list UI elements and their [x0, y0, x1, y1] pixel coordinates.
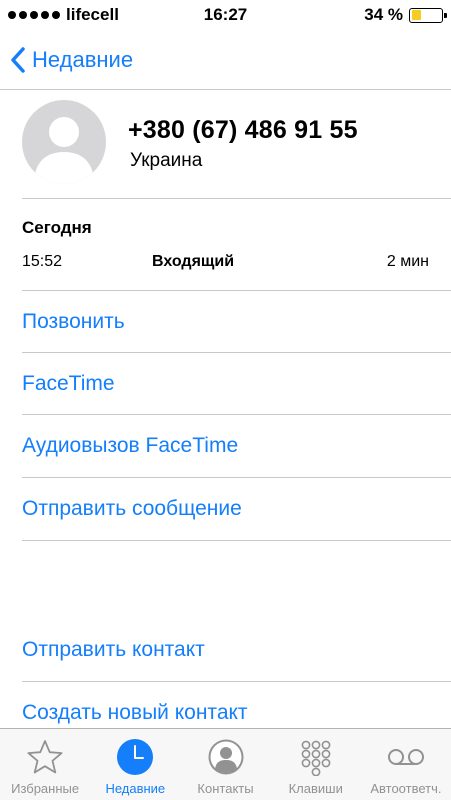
tab-recents[interactable]: Недавние: [90, 729, 180, 800]
tab-voicemail[interactable]: Автоответч.: [361, 729, 451, 800]
carrier-info: lifecell: [8, 5, 119, 25]
clock-icon: [115, 737, 155, 777]
call-log-duration: 2 мин: [386, 253, 429, 270]
call-log-date: Сегодня: [22, 218, 92, 237]
tab-favorites[interactable]: Избранные: [0, 729, 90, 800]
battery-level: [411, 10, 422, 20]
tab-bar: Избранные Недавние Контакты Клавиши Авто…: [0, 728, 451, 800]
signal-strength-icon: [8, 11, 60, 19]
keypad-icon: [296, 737, 336, 777]
facetime-audio-button[interactable]: Аудиовызов FaceTime: [22, 415, 451, 477]
contact-phone-number: +380 (67) 486 91 55: [128, 116, 358, 144]
contact-header: +380 (67) 486 91 55 Украина: [0, 90, 451, 198]
call-log-type: Входящий: [152, 253, 235, 270]
battery-info: 34 %: [364, 5, 447, 25]
call-log-time: 15:52: [22, 253, 63, 270]
voicemail-icon: [386, 737, 426, 777]
tab-label: Клавиши: [288, 781, 343, 796]
divider: [22, 540, 451, 541]
status-bar: lifecell 16:27 34 %: [0, 0, 451, 30]
contact-country: Украина: [130, 150, 203, 171]
call-button[interactable]: Позвонить: [22, 291, 451, 353]
share-contact-button[interactable]: Отправить контакт: [22, 619, 451, 681]
star-icon: [25, 737, 65, 777]
call-log: Сегодня 15:52 Входящий 2 мин: [0, 199, 451, 290]
tab-contacts[interactable]: Контакты: [180, 729, 270, 800]
carrier-name: lifecell: [66, 5, 119, 24]
tab-label: Автоответч.: [370, 781, 442, 796]
avatar: [22, 100, 106, 184]
chevron-left-icon: [11, 46, 25, 73]
tab-label: Недавние: [105, 781, 166, 796]
facetime-button[interactable]: FaceTime: [22, 353, 451, 415]
battery-icon: [409, 7, 447, 23]
tab-keypad[interactable]: Клавиши: [271, 729, 361, 800]
back-button[interactable]: Недавние: [10, 46, 133, 74]
person-silhouette-icon: [34, 117, 94, 184]
tab-label: Контакты: [197, 781, 254, 796]
back-button-label: Недавние: [32, 46, 134, 72]
battery-percent: 34 %: [364, 5, 403, 24]
navigation-bar: Недавние: [0, 30, 451, 90]
send-message-button[interactable]: Отправить сообщение: [22, 478, 451, 540]
contacts-icon: [206, 737, 246, 777]
tab-label: Избранные: [11, 781, 80, 796]
